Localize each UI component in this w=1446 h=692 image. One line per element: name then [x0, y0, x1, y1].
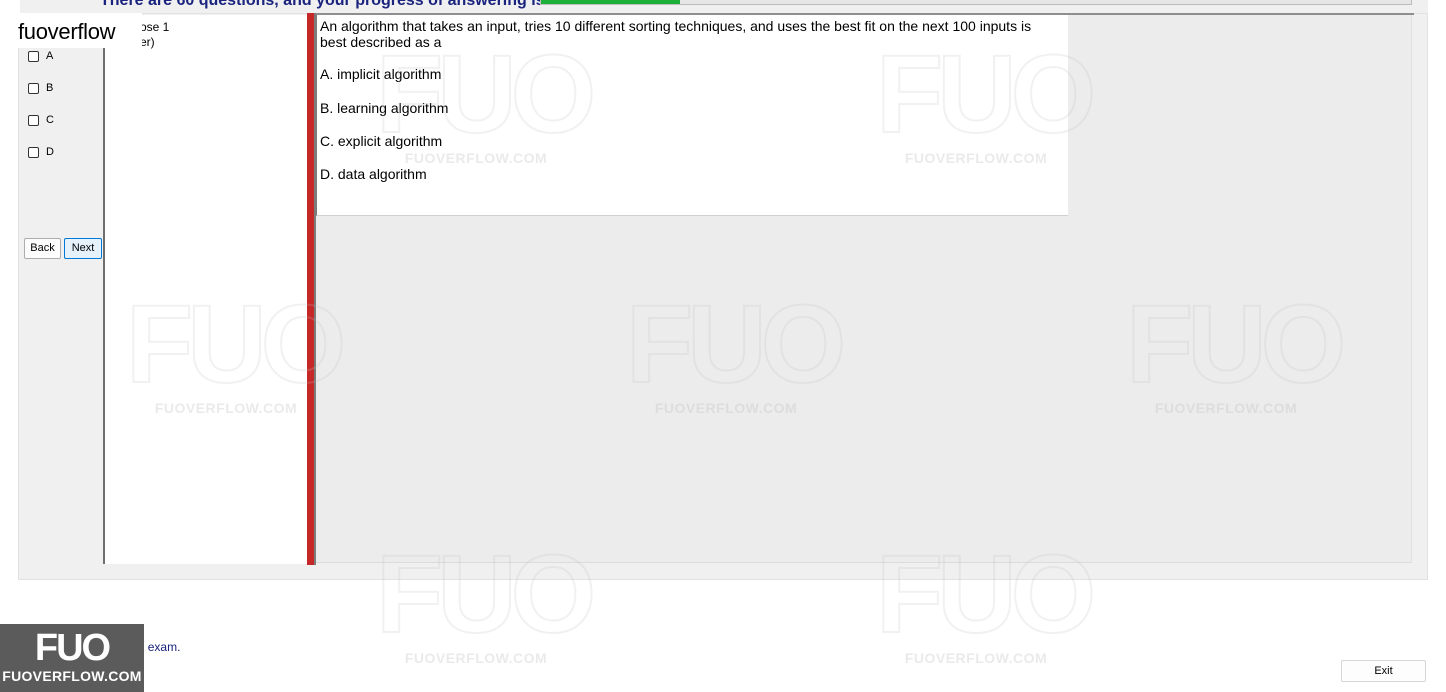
progress-fill — [541, 0, 681, 4]
fuo-badge: FUO FUOVERFLOW.COM — [0, 624, 144, 692]
option-d: D. data algorithm — [320, 166, 427, 182]
watermark-site: FUOVERFLOW.COM — [904, 650, 1048, 666]
answer-checkbox[interactable] — [28, 82, 39, 94]
answer-option-c[interactable]: C — [28, 114, 54, 126]
answer-label: C — [46, 114, 54, 126]
answer-checkbox[interactable] — [28, 114, 39, 126]
answer-option-b[interactable]: B — [28, 82, 53, 94]
watermark-site: FUOVERFLOW.COM — [404, 650, 548, 666]
answer-checkbox[interactable] — [28, 146, 39, 158]
answer-option-d[interactable]: D — [28, 146, 54, 158]
answer-panel — [20, 15, 104, 563]
answer-checkbox[interactable] — [28, 50, 39, 62]
splitter-bar[interactable] — [307, 13, 316, 565]
option-a: A. implicit algorithm — [320, 66, 442, 82]
next-button[interactable]: Next — [64, 238, 102, 259]
question-panel: An algorithm that takes an input, tries … — [316, 15, 1068, 216]
question-text: An algorithm that takes an input, tries … — [320, 18, 1032, 50]
question-info-line-2: er) — [140, 35, 155, 49]
option-b: B. learning algorithm — [320, 100, 449, 116]
answer-label: A — [46, 50, 54, 62]
exit-button[interactable]: Exit — [1341, 660, 1426, 682]
answer-option-a[interactable]: A — [28, 50, 53, 62]
option-c: C. explicit algorithm — [320, 133, 443, 149]
answer-label: D — [46, 146, 54, 158]
progress-bar — [540, 0, 1412, 5]
fuo-badge-site: FUOVERFLOW.COM — [2, 668, 142, 684]
site-logo: fuoverflow — [18, 19, 116, 44]
answer-label: B — [46, 82, 54, 94]
progress-text: There are 60 questions, and your progres… — [100, 0, 545, 9]
question-info-panel — [103, 15, 307, 564]
question-info-line-1: ose 1 — [140, 20, 170, 34]
fuo-badge-logo: FUO — [34, 627, 111, 669]
back-button[interactable]: Back — [24, 238, 61, 259]
